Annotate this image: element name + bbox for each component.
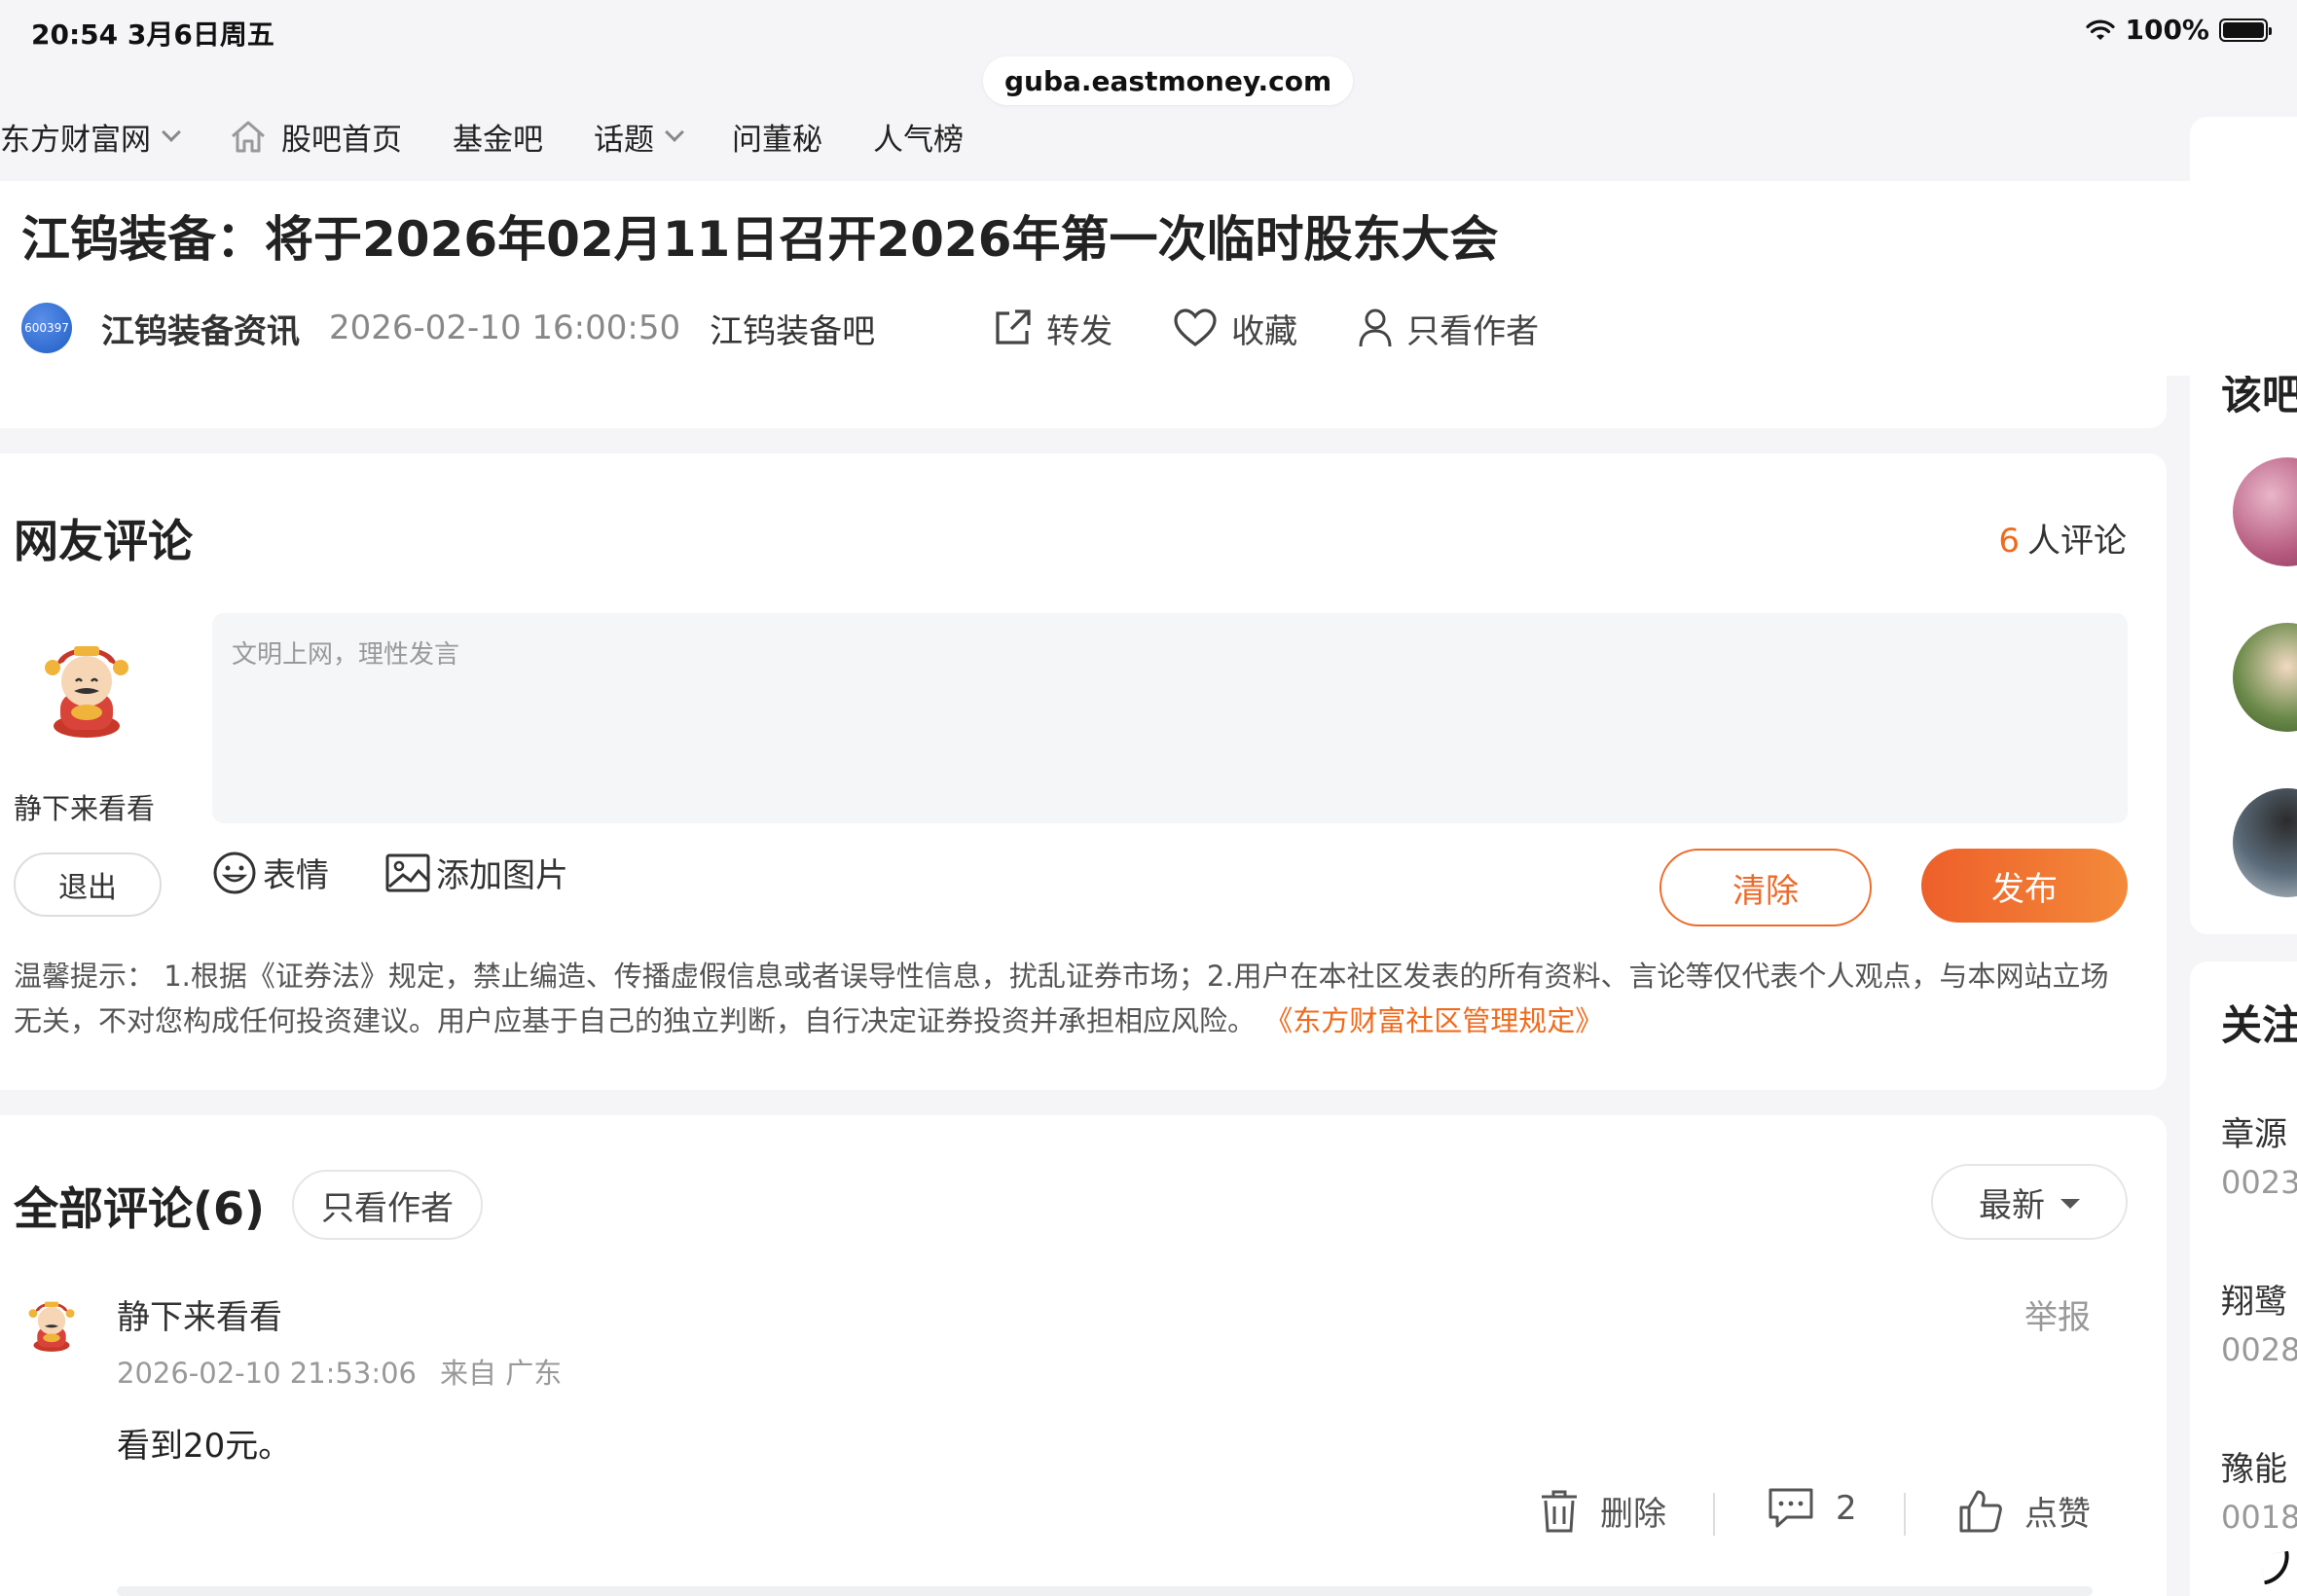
reply-button[interactable]: 2: [1768, 1487, 1857, 1530]
trash-icon: [1542, 1490, 1577, 1532]
comment-input[interactable]: [212, 613, 2128, 823]
nav-item-topics[interactable]: 话题: [594, 115, 684, 159]
nav-item-fund-bar[interactable]: 基金吧: [453, 115, 543, 159]
clear-button[interactable]: 清除: [1659, 849, 1872, 926]
author-only-button[interactable]: 只看作者: [1358, 305, 1539, 352]
author-only-label: 只看作者: [1406, 311, 1540, 351]
nav-item-guba-home[interactable]: 股吧首页: [229, 115, 402, 159]
comment-author[interactable]: 静下来看看: [117, 1290, 282, 1338]
divider: [1904, 1493, 1906, 1536]
share-label: 转发: [1046, 311, 1113, 351]
nav-label: 话题: [594, 122, 654, 158]
like-label: 点赞: [2024, 1495, 2091, 1534]
emoji-button[interactable]: 表情: [212, 849, 329, 896]
chevron-down-icon: [162, 123, 181, 142]
page-title: 江钨装备：将于2026年02月11日召开2026年第一次临时股东大会: [21, 211, 1499, 268]
status-bar: 20:54 3月6日周五 100%: [0, 0, 2297, 58]
stock-code: 0028: [2221, 1331, 2297, 1368]
comment-location: 来自 广东: [440, 1357, 563, 1390]
report-button[interactable]: 举报: [2024, 1290, 2091, 1338]
nav-item-ask-secretary[interactable]: 问董秘: [732, 115, 822, 159]
avatar[interactable]: [23, 1294, 80, 1353]
post-author[interactable]: 江钨装备资讯: [101, 305, 300, 352]
nav-item-popularity[interactable]: 人气榜: [873, 115, 964, 159]
comment-meta: 2026-02-10 21:53:06 来自 广东: [117, 1351, 562, 1392]
chevron-down-icon: [665, 123, 684, 142]
post-meta: 600397 江钨装备资讯 2026-02-10 16:00:50 江钨装备吧 …: [21, 294, 1599, 362]
user-avatar-mascot[interactable]: [35, 633, 138, 740]
comment-count: 6 人评论: [1998, 514, 2127, 562]
favorite-button[interactable]: 收藏: [1173, 305, 1297, 352]
nav-label: 股吧首页: [281, 122, 402, 158]
stock-code: 0023: [2221, 1164, 2297, 1201]
post-bar-link[interactable]: 江钨装备吧: [710, 305, 875, 352]
comment-time: 2026-02-10 21:53:06: [117, 1357, 417, 1390]
add-image-label: 添加图片: [436, 856, 568, 895]
sidebar-title-follow: 关注: [2221, 1001, 2297, 1049]
comment-text: 看到20元。: [117, 1427, 292, 1466]
caret-down-icon: [2060, 1199, 2080, 1209]
wifi-icon: [2086, 19, 2116, 40]
community-rules-link[interactable]: 《东方财富社区管理规定》: [1264, 1004, 1603, 1037]
nav-label: 人气榜: [873, 122, 964, 158]
notice-text: 温馨提示： 1.根据《证券法》规定，禁止编造、传播虚假信息或者误导性信息，扰乱证…: [14, 960, 2109, 1037]
heart-icon: [1174, 308, 1217, 346]
smiley-icon: [213, 852, 256, 893]
like-button[interactable]: 点赞: [1958, 1487, 2091, 1535]
community-notice: 温馨提示： 1.根据《证券法》规定，禁止编造、传播虚假信息或者误导性信息，扰乱证…: [14, 954, 2128, 1043]
all-comments-heading: 全部评论(6): [14, 1182, 266, 1235]
reply-count: 2: [1836, 1489, 1857, 1528]
comment-count-label: 人评论: [2027, 522, 2127, 561]
publish-button[interactable]: 发布: [1921, 849, 2128, 923]
stock-name[interactable]: 翔鹭: [2221, 1275, 2287, 1323]
article-card-bottom: [0, 370, 2167, 428]
current-username: 静下来看看: [14, 792, 156, 825]
image-icon: [385, 853, 430, 891]
comment-box-heading: 网友评论: [14, 515, 193, 567]
stock-code: 0018: [2221, 1499, 2297, 1536]
delete-label: 删除: [1600, 1495, 1666, 1534]
nav-label: 问董秘: [732, 122, 822, 158]
stock-name[interactable]: 豫能: [2221, 1442, 2287, 1490]
sort-dropdown[interactable]: 最新: [1931, 1164, 2128, 1240]
home-icon: [232, 121, 265, 153]
thumbs-up-icon: [1959, 1490, 2002, 1532]
share-button[interactable]: 转发: [992, 305, 1112, 352]
logout-button[interactable]: 退出: [14, 852, 162, 917]
comment-icon: [1768, 1488, 1813, 1528]
delete-button[interactable]: 删除: [1540, 1487, 1666, 1535]
battery-percent: 100%: [2125, 14, 2209, 46]
author-only-filter-button[interactable]: 只看作者: [292, 1170, 483, 1240]
user-icon: [1359, 308, 1392, 347]
status-time: 20:54 3月6日周五: [31, 18, 274, 51]
url-bar[interactable]: guba.eastmoney.com: [983, 56, 1354, 105]
status-indicators: 100%: [2086, 14, 2272, 46]
battery-icon: [2219, 18, 2272, 42]
post-header: 江钨装备：将于2026年02月11日召开2026年第一次临时股东大会 60039…: [0, 181, 2297, 376]
nav-item-eastmoney[interactable]: 东方财富网: [0, 115, 181, 159]
sort-label: 最新: [1979, 1185, 2045, 1225]
stock-name[interactable]: 章源: [2221, 1107, 2287, 1155]
comment-divider: [117, 1586, 2093, 1596]
nav-label: 基金吧: [453, 122, 543, 158]
nav-label: 东方财富网: [0, 122, 151, 158]
add-image-button[interactable]: 添加图片: [385, 849, 568, 896]
top-nav: 东方财富网 股吧首页 基金吧 话题 问董秘 人气榜: [0, 112, 1014, 161]
avatar[interactable]: 600397: [21, 303, 72, 353]
emoji-label: 表情: [263, 856, 329, 895]
share-icon: [996, 309, 1031, 345]
divider: [1713, 1493, 1715, 1536]
comment-count-number: 6: [1998, 522, 2020, 561]
favorite-label: 收藏: [1231, 311, 1298, 351]
avatar-text: 600397: [24, 321, 69, 335]
post-date: 2026-02-10 16:00:50: [329, 308, 681, 347]
